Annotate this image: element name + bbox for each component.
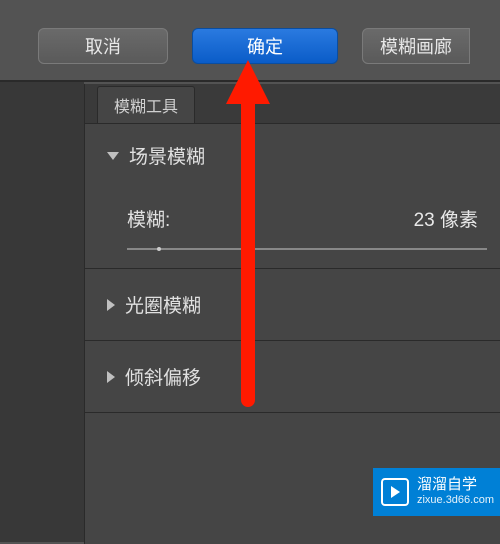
ok-button[interactable]: 确定 [192, 28, 338, 64]
tab-blur-tools[interactable]: 模糊工具 [97, 86, 195, 123]
panel-tab-bar: 模糊工具 [85, 84, 500, 124]
blur-slider[interactable] [127, 248, 487, 250]
section-iris-blur: 光圈模糊 [85, 269, 500, 341]
watermark: 溜溜自学 zixue.3d66.com [373, 468, 500, 516]
watermark-text: 溜溜自学 zixue.3d66.com [417, 476, 500, 507]
cancel-button[interactable]: 取消 [38, 28, 168, 64]
section-tilt-shift: 倾斜偏移 [85, 341, 500, 413]
expand-icon [107, 152, 119, 160]
section-header-tilt-shift[interactable]: 倾斜偏移 [107, 363, 478, 390]
collapse-icon [107, 299, 115, 311]
watermark-brand: 溜溜自学 [417, 476, 494, 494]
collapse-icon [107, 371, 115, 383]
section-title: 倾斜偏移 [125, 363, 201, 390]
blur-slider-row: 模糊: 23 像素 [107, 205, 478, 232]
blur-gallery-button[interactable]: 模糊画廊 [362, 28, 470, 64]
watermark-url: zixue.3d66.com [417, 494, 494, 507]
blur-value[interactable]: 23 像素 [414, 205, 478, 232]
section-header-field-blur[interactable]: 场景模糊 [107, 142, 478, 169]
section-header-iris-blur[interactable]: 光圈模糊 [107, 291, 478, 318]
dialog-toolbar: 取消 确定 模糊画廊 [0, 0, 500, 82]
canvas-area [0, 82, 84, 542]
section-title: 场景模糊 [129, 142, 205, 169]
section-title: 光圈模糊 [125, 291, 201, 318]
section-field-blur: 场景模糊 模糊: 23 像素 [85, 124, 500, 269]
play-icon [381, 478, 409, 506]
blur-label: 模糊: [127, 205, 170, 232]
